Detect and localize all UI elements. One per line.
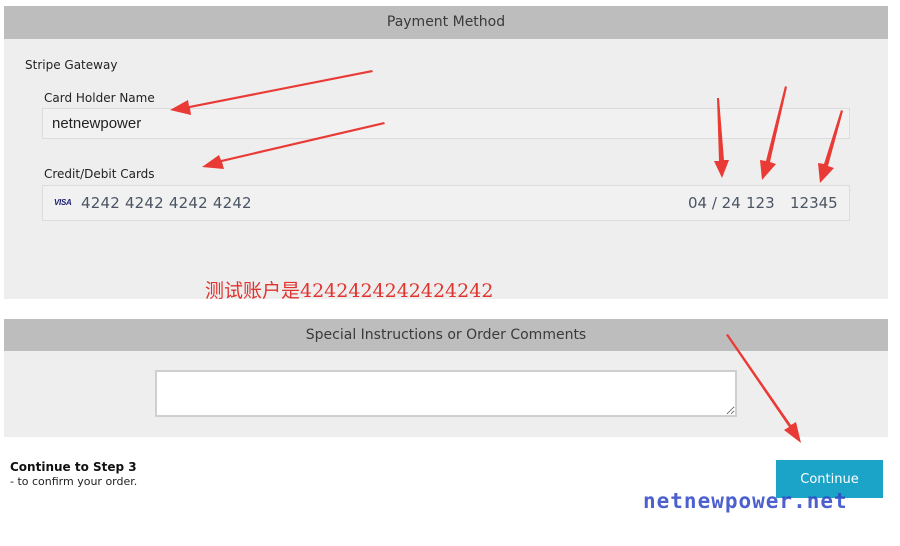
step-title: Continue to Step 3 xyxy=(10,460,137,474)
card-holder-name-input[interactable] xyxy=(42,108,850,139)
stripe-gateway-label: Stripe Gateway xyxy=(25,58,118,72)
card-expiry-input[interactable]: 04 / 24 xyxy=(688,194,741,212)
card-holder-name-label: Card Holder Name xyxy=(44,91,155,105)
card-cvc-input[interactable]: 123 xyxy=(746,194,775,212)
payment-method-header: Payment Method xyxy=(4,6,888,39)
special-instructions-header: Special Instructions or Order Comments xyxy=(4,319,888,351)
step-subtitle: - to confirm your order. xyxy=(10,475,138,488)
card-zip-input[interactable]: 12345 xyxy=(790,194,838,212)
site-watermark: netnewpower.net xyxy=(643,489,848,513)
special-instructions-title: Special Instructions or Order Comments xyxy=(305,327,587,343)
credit-card-label: Credit/Debit Cards xyxy=(44,167,155,181)
payment-method-title: Payment Method xyxy=(386,14,506,30)
card-number-input[interactable]: 4242 4242 4242 4242 xyxy=(81,194,252,212)
visa-card-icon: VISA xyxy=(54,198,72,207)
card-input-field[interactable]: VISA 4242 4242 4242 4242 04 / 24 123 123… xyxy=(42,185,850,221)
test-account-note: 测试账户是4242424242424242 xyxy=(205,280,494,302)
order-comments-textarea[interactable] xyxy=(155,370,737,417)
